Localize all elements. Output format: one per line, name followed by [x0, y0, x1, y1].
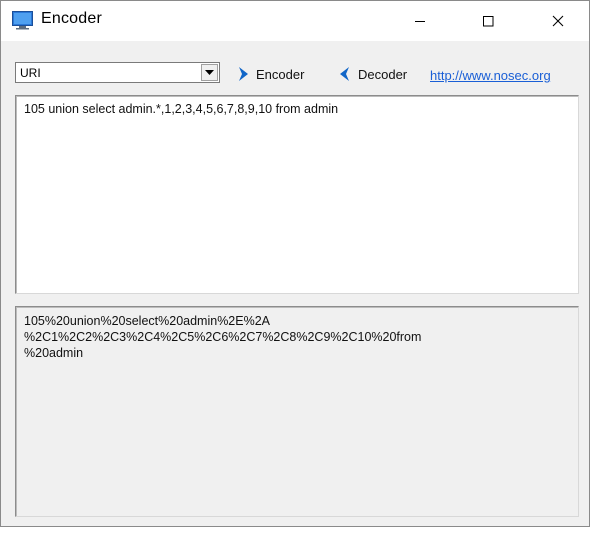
monitor-icon: [12, 11, 33, 30]
maximize-button[interactable]: [465, 1, 511, 41]
output-line: %20admin: [24, 346, 84, 360]
mode-select[interactable]: URI: [15, 62, 220, 83]
encoder-window: Encoder URI Encoder Decoder http://www.n…: [0, 0, 590, 527]
maximize-icon: [483, 16, 494, 27]
close-button[interactable]: [535, 1, 581, 41]
minimize-button[interactable]: [397, 1, 443, 41]
input-text: 105 union select admin.*,1,2,3,4,5,6,7,8…: [24, 102, 339, 116]
window-title: Encoder: [41, 10, 102, 27]
minimize-icon: [415, 21, 425, 22]
title-bar[interactable]: Encoder: [1, 1, 589, 41]
website-link[interactable]: http://www.nosec.org: [430, 68, 551, 83]
output-line: %2C1%2C2%2C3%2C4%2C5%2C6%2C7%2C8%2C9%2C1…: [24, 330, 422, 344]
decoder-label: Decoder: [358, 66, 408, 82]
output-textarea[interactable]: 105%20union%20select%20admin%2E%2A %2C1%…: [15, 306, 579, 517]
decoder-button[interactable]: Decoder: [339, 65, 407, 83]
desktop-background: [0, 527, 592, 533]
chevron-left-icon: [340, 67, 349, 81]
input-textarea[interactable]: 105 union select admin.*,1,2,3,4,5,6,7,8…: [15, 95, 579, 294]
encoder-button[interactable]: Encoder: [237, 65, 304, 83]
dropdown-arrow-icon[interactable]: [201, 64, 218, 81]
encoder-label: Encoder: [256, 66, 305, 82]
chevron-right-icon: [239, 67, 248, 81]
close-icon: [552, 15, 564, 27]
mode-select-value: URI: [20, 66, 41, 80]
output-line: 105%20union%20select%20admin%2E%2A: [24, 314, 271, 328]
